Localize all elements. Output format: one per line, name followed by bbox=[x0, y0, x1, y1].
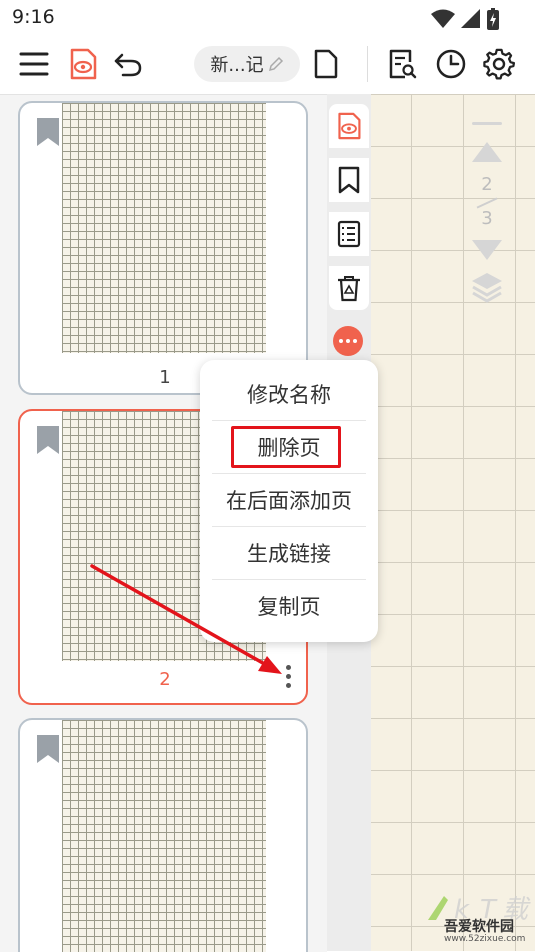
gear-icon bbox=[483, 48, 515, 80]
pager-current: 2 bbox=[481, 174, 493, 195]
page-thumbnail-1[interactable]: 1 bbox=[18, 101, 308, 395]
status-time: 9:16 bbox=[12, 6, 55, 28]
undo-button[interactable] bbox=[108, 44, 148, 84]
layers-icon[interactable] bbox=[470, 270, 504, 304]
document-search-icon bbox=[389, 49, 417, 79]
settings-button[interactable] bbox=[479, 44, 519, 84]
watermark-text: 吾爱软件园 bbox=[444, 919, 514, 935]
watermark-url: www.52zixue.com bbox=[444, 934, 526, 944]
page-number: 2 bbox=[159, 669, 171, 690]
copy-page-menu-item[interactable]: 复制页 bbox=[212, 580, 366, 632]
eye-document-icon bbox=[70, 48, 97, 80]
page-preview bbox=[62, 103, 266, 353]
hamburger-icon bbox=[19, 52, 49, 76]
search-note-button[interactable] bbox=[382, 44, 422, 84]
bookmark-icon bbox=[37, 735, 59, 763]
toolbar-divider bbox=[367, 46, 368, 82]
generate-link-menu-item[interactable]: 生成链接 bbox=[212, 527, 366, 579]
rail-recycle-button[interactable] bbox=[329, 266, 369, 310]
recycle-bin-icon bbox=[338, 276, 360, 302]
undo-icon bbox=[114, 53, 142, 77]
signal-icon bbox=[461, 9, 480, 28]
list-icon bbox=[337, 220, 361, 248]
rail-outline-button[interactable] bbox=[329, 212, 369, 256]
menu-button[interactable] bbox=[14, 44, 54, 84]
page-more-button[interactable] bbox=[284, 665, 292, 688]
page-context-menu: 修改名称 删除页 在后面添加页 生成链接 复制页 bbox=[200, 360, 378, 642]
status-bar: 9:16 bbox=[0, 0, 535, 36]
eye-document-icon bbox=[338, 112, 361, 140]
page-navigator: 2 3 bbox=[466, 110, 508, 320]
watermark: kT载 吾爱软件园 www.52zixue.com bbox=[418, 890, 535, 951]
read-mode-button[interactable] bbox=[63, 44, 103, 84]
pager-slash bbox=[476, 197, 498, 209]
bookmark-icon bbox=[37, 426, 59, 454]
rename-menu-item[interactable]: 修改名称 bbox=[212, 368, 366, 420]
status-icons bbox=[431, 8, 499, 30]
pager-total: 3 bbox=[481, 208, 493, 229]
note-title: 新...记 bbox=[210, 55, 264, 76]
rail-bookmark-button[interactable] bbox=[329, 158, 369, 202]
page-button[interactable] bbox=[306, 44, 346, 84]
note-canvas[interactable] bbox=[371, 94, 535, 951]
clock-icon bbox=[436, 49, 466, 79]
pencil-icon bbox=[268, 56, 283, 72]
rail-read-mode-button[interactable] bbox=[329, 104, 369, 148]
add-page-after-menu-item[interactable]: 在后面添加页 bbox=[212, 474, 366, 526]
page-thumbnail-3[interactable] bbox=[18, 718, 308, 952]
rail-more-button[interactable] bbox=[333, 326, 363, 356]
bookmark-icon bbox=[37, 118, 59, 146]
top-toolbar: 新...记 bbox=[0, 36, 535, 94]
page-up-icon[interactable] bbox=[470, 140, 504, 164]
note-title-button[interactable]: 新...记 bbox=[194, 46, 300, 82]
wifi-icon bbox=[431, 9, 455, 28]
pager-handle[interactable] bbox=[472, 122, 502, 125]
battery-icon bbox=[487, 8, 499, 30]
document-icon bbox=[314, 49, 338, 79]
page-down-icon[interactable] bbox=[470, 238, 504, 262]
history-button[interactable] bbox=[431, 44, 471, 84]
page-preview bbox=[62, 720, 266, 952]
bookmark-outline-icon bbox=[338, 166, 360, 194]
annotation-highlight-box bbox=[231, 426, 341, 468]
